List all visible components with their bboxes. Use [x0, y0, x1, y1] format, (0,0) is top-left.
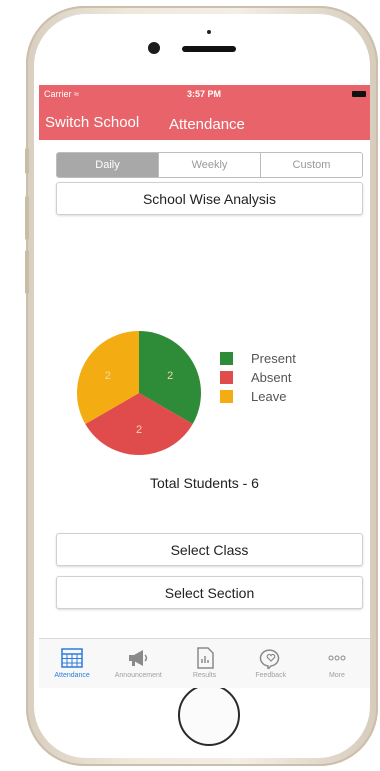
legend-swatch: [220, 371, 233, 384]
front-camera: [148, 42, 160, 54]
school-wise-analysis-button[interactable]: School Wise Analysis: [56, 182, 363, 215]
heart-bubble-icon: [259, 649, 279, 669]
legend-item-leave: Leave: [220, 387, 296, 406]
select-section-button[interactable]: Select Section: [56, 576, 363, 609]
segment-daily[interactable]: Daily: [57, 153, 158, 177]
tab-announcement-label: Announcement: [114, 672, 162, 679]
proximity-sensor: [207, 30, 211, 34]
status-bar: Carrier ≈ 3:57 PM: [39, 85, 370, 105]
legend-swatch: [220, 352, 233, 365]
document-chart-icon: [196, 647, 214, 669]
total-students-label: Total Students - 6: [150, 475, 259, 491]
date-range-segmented-control[interactable]: Daily Weekly Custom: [56, 152, 363, 178]
battery-icon: [352, 91, 366, 97]
legend-label: Absent: [251, 370, 292, 385]
attendance-pie-chart: 2 2 2: [77, 331, 201, 455]
switch-school-button[interactable]: Switch School: [45, 114, 139, 131]
legend-label: Present: [251, 351, 296, 366]
segment-weekly[interactable]: Weekly: [158, 153, 260, 177]
tab-announcement[interactable]: Announcement: [105, 639, 171, 688]
tab-more-label: More: [328, 672, 345, 679]
legend-label: Leave: [251, 389, 287, 404]
carrier-label: Carrier ≈: [44, 89, 79, 99]
legend-item-present: Present: [220, 349, 296, 368]
tab-results[interactable]: Results: [171, 639, 237, 688]
megaphone-icon: [129, 650, 148, 666]
legend-item-absent: Absent: [220, 368, 296, 387]
tab-bar: Attendance Announcement Results Feedback…: [39, 638, 370, 688]
tab-attendance-label: Attendance: [54, 672, 90, 679]
pie-label-absent: 2: [136, 424, 142, 436]
home-button[interactable]: [178, 684, 240, 746]
calendar-icon: [61, 648, 83, 668]
volume-down-button: [25, 250, 29, 294]
tab-attendance[interactable]: Attendance: [39, 639, 105, 688]
more-dots-icon: [328, 655, 346, 661]
pie-label-present: 2: [167, 370, 173, 382]
tab-results-label: Results: [192, 672, 217, 679]
status-time: 3:57 PM: [187, 89, 222, 99]
app-screen: Carrier ≈ 3:57 PM Switch School Attendan…: [39, 85, 370, 688]
tab-feedback[interactable]: Feedback: [238, 639, 304, 688]
mute-switch: [25, 148, 29, 174]
chart-legend: Present Absent Leave: [220, 349, 296, 406]
nav-bar: Switch School Attendance: [39, 105, 370, 140]
tab-more[interactable]: More: [304, 639, 370, 688]
wifi-icon: ≈: [74, 89, 79, 99]
page-title: Attendance: [169, 116, 245, 133]
tab-feedback-label: Feedback: [255, 672, 287, 679]
segment-custom[interactable]: Custom: [260, 153, 362, 177]
pie-label-leave: 2: [105, 370, 111, 382]
carrier-text: Carrier: [44, 89, 72, 99]
volume-up-button: [25, 196, 29, 240]
earpiece-speaker: [182, 46, 236, 52]
select-class-button[interactable]: Select Class: [56, 533, 363, 566]
legend-swatch: [220, 390, 233, 403]
